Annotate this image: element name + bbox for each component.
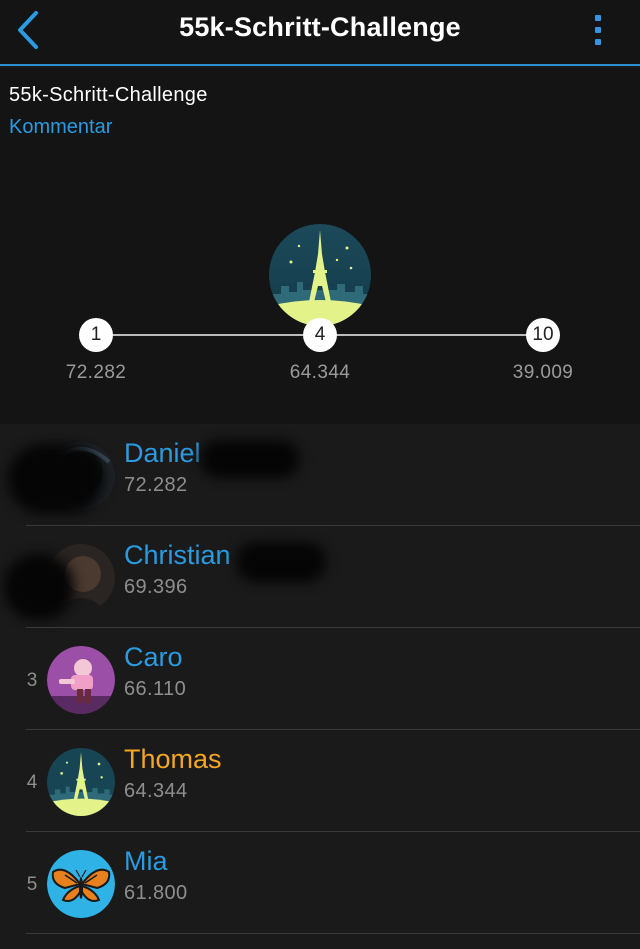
eiffel-tower-avatar: [47, 748, 115, 816]
chevron-left-icon: [18, 11, 38, 49]
nav-bar: 55k-Schritt-Challenge: [0, 0, 640, 66]
butterfly-avatar: [47, 850, 115, 918]
participant-steps: 69.396: [124, 576, 188, 598]
rank-marker: 4: [303, 318, 337, 352]
participant-name: Christian: [124, 540, 231, 570]
butterfly-icon: [47, 850, 115, 918]
participant-steps: 61.800: [124, 882, 188, 904]
leaderboard-list: 1 Daniel 72.282 2 Christian 69.396: [0, 424, 640, 934]
rank-marker: 1: [79, 318, 113, 352]
challenge-header: 55k-Schritt-Challenge Kommentar 1 4 10 7…: [0, 68, 640, 424]
rank-steps: 39.009: [512, 362, 574, 383]
challenge-name: 55k-Schritt-Challenge: [9, 84, 208, 106]
divider: [26, 933, 640, 934]
participant-name: Thomas: [124, 744, 222, 774]
rank-steps: 64.344: [289, 362, 351, 383]
more-menu-button[interactable]: [586, 8, 610, 52]
participant-name: Mia: [124, 846, 168, 876]
participant-steps: 66.110: [124, 678, 187, 700]
row-rank: 3: [26, 670, 38, 691]
participant-steps: 72.282: [124, 474, 188, 496]
leaderboard-row[interactable]: 2 Christian 69.396: [0, 526, 640, 628]
leaderboard-row[interactable]: 3 Caro 66.110: [0, 628, 640, 730]
leaderboard-row[interactable]: 5 Mia 61.800: [0, 832, 640, 934]
comment-link[interactable]: Kommentar: [9, 116, 112, 139]
back-button[interactable]: [8, 8, 48, 52]
redacted-photo: [8, 444, 104, 514]
leaderboard-row[interactable]: 1 Daniel 72.282: [0, 424, 640, 526]
menu-dot: [595, 27, 601, 33]
redacted-surname: [236, 542, 326, 582]
yoga-character-icon: [47, 646, 115, 714]
participant-name: Caro: [124, 642, 183, 672]
yoga-character-avatar: [47, 646, 115, 714]
eiffel-tower-icon: [47, 748, 115, 816]
rank-steps: 72.282: [65, 362, 127, 383]
current-position-avatar: [269, 224, 371, 326]
row-rank: 4: [26, 772, 38, 793]
participant-name: Daniel: [124, 438, 201, 468]
participant-steps: 64.344: [124, 780, 188, 802]
more-vertical-icon: [595, 15, 601, 21]
redacted-surname: [200, 440, 300, 478]
eiffel-tower-icon: [269, 224, 371, 326]
rank-marker: 10: [526, 318, 560, 352]
redacted-photo: [4, 554, 74, 620]
menu-dot: [595, 39, 601, 45]
row-rank: 5: [26, 874, 38, 895]
leaderboard-row-self[interactable]: 4 Thomas 64.344: [0, 730, 640, 832]
page-title: 55k-Schritt-Challenge: [179, 12, 461, 42]
